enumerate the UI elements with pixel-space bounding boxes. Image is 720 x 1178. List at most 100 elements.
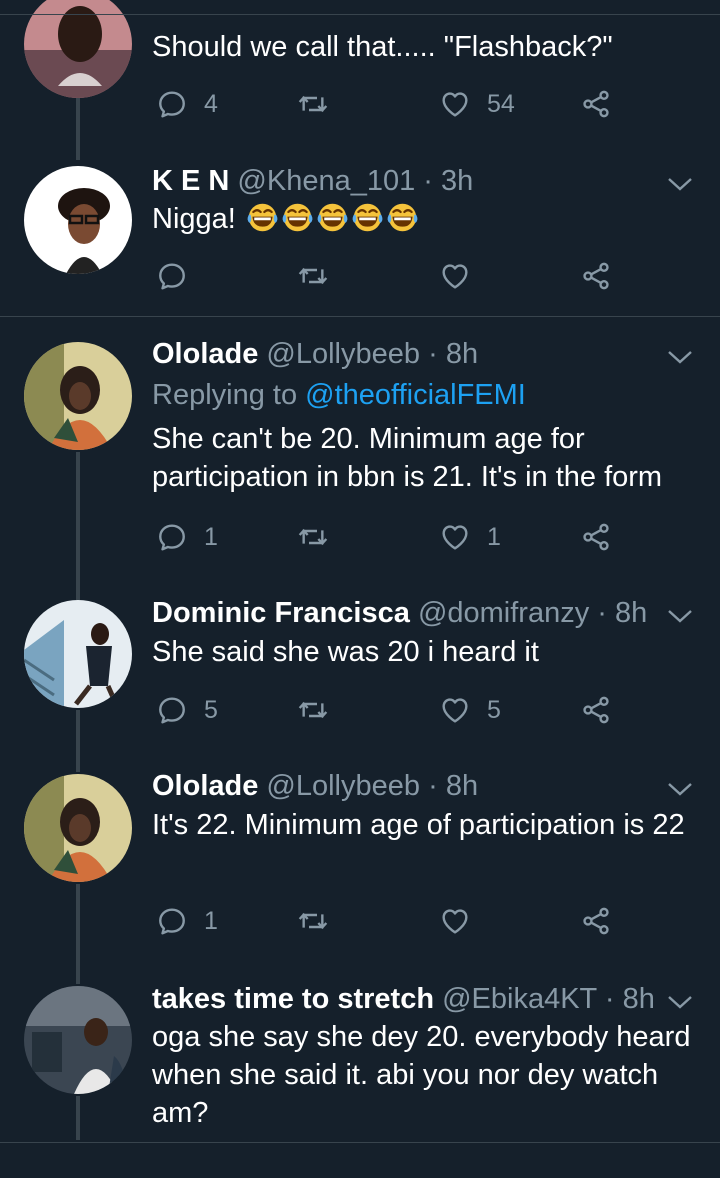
reply-icon [156,694,188,726]
tweet-actions: 5 5 [152,690,652,730]
avatar[interactable] [24,342,132,450]
reply-count: 4 [204,89,218,118]
tweet-body: oga she say she dey 20. everybody heard … [152,1021,691,1129]
handle[interactable]: @domifranzy [418,597,589,629]
reply-count: 1 [204,906,218,935]
reply-button[interactable]: 1 [156,517,218,557]
timestamp[interactable]: 8h [446,338,478,370]
share-button[interactable] [580,901,612,941]
avatar[interactable] [24,166,132,274]
handle[interactable]: @Lollybeeb [266,770,420,802]
reply-icon [156,260,188,292]
mention-link[interactable]: @theofficialFEMI [305,379,526,411]
reply-button[interactable]: 1 [156,901,218,941]
chevron-down-icon[interactable] [666,347,694,367]
timestamp[interactable]: 8h [623,983,655,1015]
tweet-actions [152,256,652,296]
face-with-tears-of-joy-icon [351,201,384,234]
face-with-tears-of-joy-icon [281,201,314,234]
share-button[interactable] [580,690,612,730]
tweet-header: Dominic Francisca @domifranzy · 8h [152,596,647,630]
heart-icon [439,905,471,937]
share-button[interactable] [580,256,612,296]
heart-icon [439,521,471,553]
display-name[interactable]: takes time to stretch [152,983,434,1015]
tweet-body: Should we call that..... "Flashback?" [152,31,613,63]
display-name[interactable]: Dominic Francisca [152,597,410,629]
tweet-5[interactable]: takes time to stretch @Ebika4KT · 8h oga… [0,970,720,1142]
chevron-down-icon[interactable] [666,606,694,626]
retweet-icon [297,694,329,726]
cut-off-header [152,0,672,6]
tweet-body: It's 22. Minimum age of participation is… [152,809,685,841]
chevron-down-icon[interactable] [666,174,694,194]
tweet-body: She can't be 20. Minimum age for partici… [152,423,663,493]
share-icon [580,694,612,726]
avatar[interactable] [24,774,132,882]
like-button[interactable]: 54 [439,84,515,124]
like-count: 54 [487,89,515,118]
separator-dot: · [423,165,433,197]
tweet-actions: 4 54 [152,84,652,124]
reply-icon [156,905,188,937]
tweet-0[interactable]: Should we call that..... "Flashback?" 4 … [0,0,720,150]
share-button[interactable] [580,84,612,124]
retweet-icon [297,521,329,553]
display-name[interactable]: Ololade [152,338,258,370]
tweet-actions: 1 [152,901,652,941]
retweet-icon [297,88,329,120]
reply-count: 1 [204,522,218,551]
retweet-button[interactable] [297,901,329,941]
display-name[interactable]: K E N [152,165,229,197]
tweet-2[interactable]: Ololade @Lollybeeb · 8h Replying to @the… [0,317,720,580]
replying-to-prefix: Replying to [152,379,306,411]
replying-to: Replying to @theofficialFEMI [152,378,526,412]
reply-button[interactable] [156,256,188,296]
tweet-body: Nigga! [152,200,702,238]
timestamp[interactable]: 8h [615,597,647,629]
tweet-4[interactable]: Ololade @Lollybeeb · 8h It's 22. Minimum… [0,756,720,970]
like-count: 5 [487,695,501,724]
timestamp[interactable]: 3h [441,165,473,197]
reply-icon [156,521,188,553]
like-button[interactable] [439,256,471,296]
retweet-icon [297,905,329,937]
reply-icon [156,88,188,120]
tweet-header: Ololade @Lollybeeb · 8h [152,769,478,803]
display-name[interactable]: Ololade [152,770,258,802]
like-button[interactable]: 5 [439,690,501,730]
share-icon [580,88,612,120]
tweet-3[interactable]: Dominic Francisca @domifranzy · 8h She s… [0,580,720,756]
chevron-down-icon[interactable] [666,779,694,799]
separator-dot: · [428,338,438,370]
reply-button[interactable]: 4 [156,84,218,124]
like-button[interactable]: 1 [439,517,501,557]
retweet-button[interactable] [297,256,329,296]
timestamp[interactable]: 8h [446,770,478,802]
tweet-body: She said she was 20 i heard it [152,636,539,668]
retweet-button[interactable] [297,690,329,730]
retweet-button[interactable] [297,517,329,557]
chevron-down-icon[interactable] [666,992,694,1012]
handle[interactable]: @Lollybeeb [266,338,420,370]
handle[interactable]: @Ebika4KT [442,983,597,1015]
like-button[interactable] [439,901,471,941]
tweet-text: Nigga! [152,203,244,235]
share-button[interactable] [580,517,612,557]
top-edge-divider [0,14,720,15]
retweet-icon [297,260,329,292]
handle[interactable]: @Khena_101 [237,165,415,197]
retweet-button[interactable] [297,84,329,124]
separator-dot: · [604,983,615,1015]
reply-count: 5 [204,695,218,724]
tweet-actions: 1 1 [152,517,652,557]
face-with-tears-of-joy-icon [386,201,419,234]
avatar[interactable] [24,600,132,708]
heart-icon [439,88,471,120]
face-with-tears-of-joy-icon [316,201,349,234]
avatar[interactable] [24,986,132,1094]
like-count: 1 [487,522,501,551]
tweet-divider [0,1142,720,1143]
tweet-1[interactable]: K E N @Khena_101 · 3h Nigga! [0,150,720,316]
reply-button[interactable]: 5 [156,690,218,730]
